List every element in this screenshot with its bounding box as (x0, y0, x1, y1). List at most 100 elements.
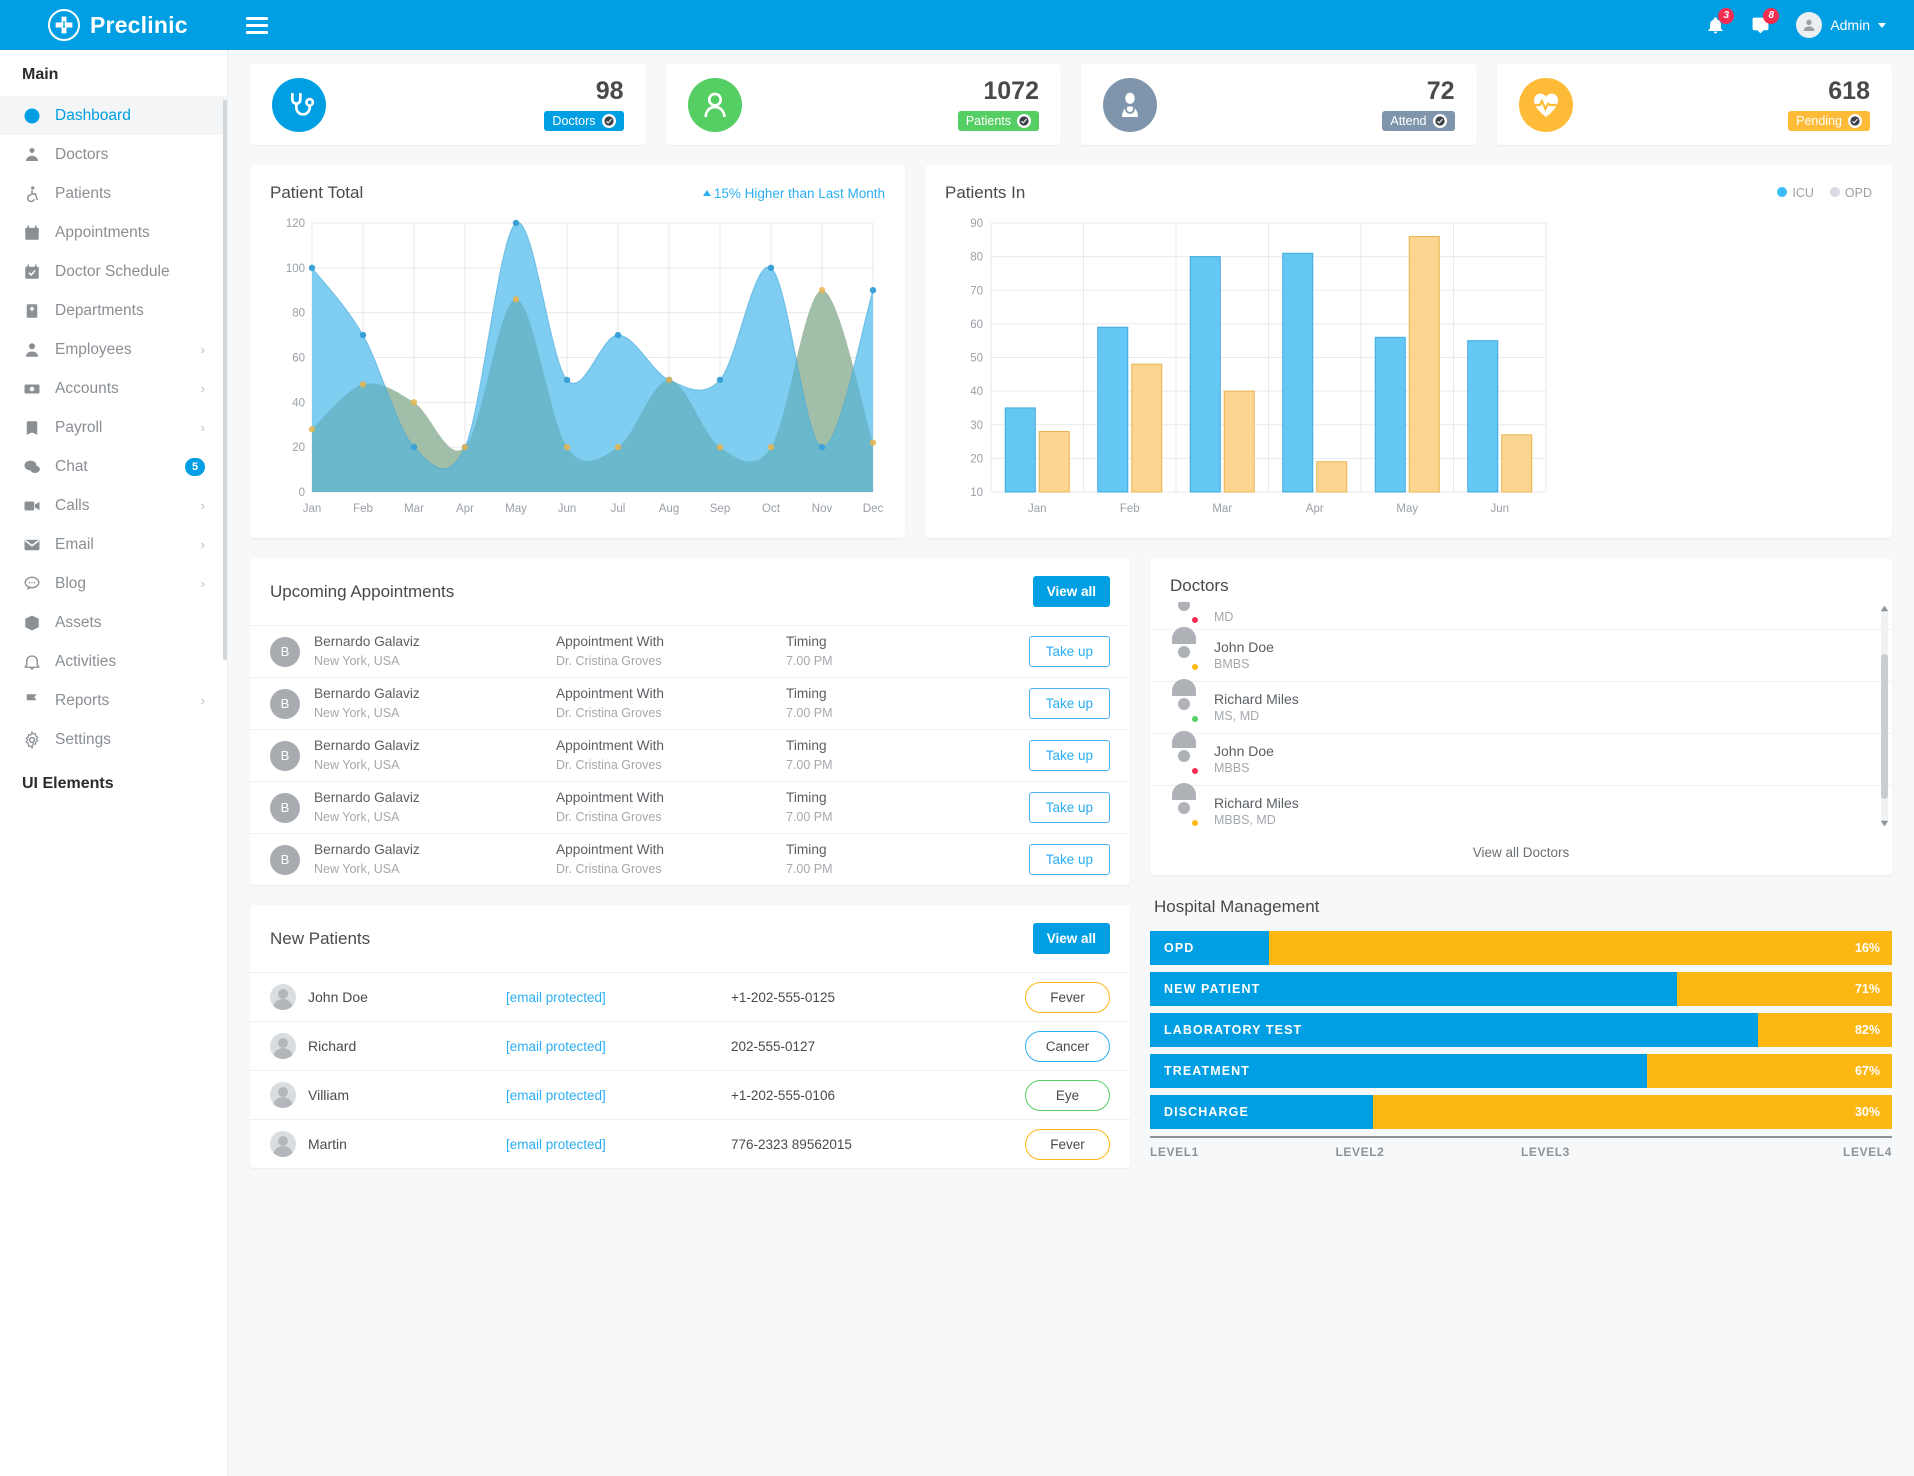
status-indicator (1191, 766, 1199, 775)
progress-label: DISCHARGE (1164, 1105, 1249, 1119)
list-item[interactable]: John Doe BMBS (1150, 626, 1892, 682)
sidebar-item-patients[interactable]: Patients (0, 174, 227, 213)
list-item[interactable]: MD (1150, 602, 1892, 630)
take-up-button[interactable]: Take up (1028, 688, 1110, 719)
sidebar-item-label: Departments (55, 301, 144, 319)
sidebar-item-blog[interactable]: Blog › (0, 564, 227, 603)
status-badge[interactable]: Cancer (1025, 1030, 1110, 1062)
appointment-with-cell: Appointment With Dr. Cristina Groves (556, 685, 786, 721)
view-all-doctors-link[interactable]: View all Doctors (1150, 830, 1892, 875)
check-icon (1432, 113, 1447, 128)
bell-icon (22, 653, 41, 671)
sidebar-scrollbar[interactable] (223, 100, 227, 660)
patient-email[interactable]: [email protected] (506, 1137, 731, 1152)
stat-tag-label: Pending (1796, 113, 1842, 128)
hospital-management-title: Hospital Management (1154, 897, 1320, 916)
appointments-view-all-button[interactable]: View all (1032, 576, 1110, 607)
take-up-button[interactable]: Take up (1028, 844, 1110, 875)
progress-label: NEW PATIENT (1164, 982, 1261, 996)
take-up-button[interactable]: Take up (1028, 792, 1110, 823)
sidebar-item-activities[interactable]: Activities (0, 642, 227, 681)
svg-text:100: 100 (286, 263, 305, 275)
scroll-up-icon[interactable] (1880, 604, 1889, 613)
chevron-right-icon: › (200, 693, 205, 708)
status-badge[interactable]: Fever (1025, 1128, 1110, 1160)
sidebar-item-label: Settings (55, 730, 112, 748)
progress-label: OPD (1164, 941, 1195, 955)
sidebar-item-label: Patients (55, 184, 112, 202)
list-item[interactable]: John Doe MBBS (1150, 730, 1892, 786)
progress-bar-treatment: TREATMENT 67% (1150, 1054, 1892, 1088)
doctor-name: John Doe (1214, 743, 1274, 759)
svg-text:40: 40 (970, 386, 983, 398)
new-patients-view-all-button[interactable]: View all (1032, 923, 1110, 954)
doctors-scroll-thumb[interactable] (1881, 654, 1888, 799)
sidebar-item-doctors[interactable]: Doctors (0, 135, 227, 174)
admin-menu[interactable]: Admin (1796, 12, 1886, 38)
sidebar: Main Dashboard Doctors Patients Appointment… (0, 50, 228, 1476)
legend-item-icu: ICU (1777, 186, 1814, 200)
appointment-doctor: Dr. Cristina Groves (556, 757, 662, 772)
upcoming-appointments-card: Upcoming Appointments View all B Bernardo… (250, 558, 1130, 885)
patient-name: John Doe (308, 989, 368, 1005)
svg-text:80: 80 (970, 252, 983, 264)
calendar-icon (22, 224, 41, 242)
messages-icon[interactable]: 8 (1751, 7, 1780, 35)
sidebar-item-dashboard[interactable]: Dashboard (0, 96, 227, 135)
sidebar-item-appointments[interactable]: Appointments (0, 213, 227, 252)
stat-tag: Attend (1382, 110, 1455, 131)
avatar (1168, 678, 1200, 724)
sidebar-item-assets[interactable]: Assets (0, 603, 227, 642)
sidebar-item-departments[interactable]: Departments (0, 291, 227, 330)
svg-text:Apr: Apr (456, 503, 474, 515)
brand[interactable]: Preclinic (0, 9, 228, 41)
patient-name: Bernardo Galaviz (314, 738, 420, 754)
sidebar-item-chat[interactable]: Chat 5 (0, 447, 227, 486)
timing-value: 7.00 PM (786, 653, 833, 668)
stat-card-doctors: 98 Doctors (250, 64, 646, 145)
take-up-button[interactable]: Take up (1028, 636, 1110, 667)
table-row: Richard [email protected] 202-555-0127 Canc… (250, 1021, 1130, 1070)
list-item[interactable]: Richard Miles MS, MD (1150, 678, 1892, 734)
sidebar-item-payroll[interactable]: Payroll › (0, 408, 227, 447)
svg-text:Jan: Jan (303, 503, 322, 515)
take-up-button[interactable]: Take up (1028, 740, 1110, 771)
patient-email[interactable]: [email protected] (506, 1088, 731, 1103)
avatar: B (270, 740, 300, 771)
menu-toggle-icon[interactable] (246, 16, 268, 34)
sidebar-item-settings[interactable]: Settings (0, 720, 227, 759)
sidebar-item-calls[interactable]: Calls › (0, 486, 227, 525)
list-item[interactable]: Richard Miles MBBS, MD (1150, 782, 1892, 830)
doctor-name: John Doe (1214, 639, 1274, 655)
sidebar-item-reports[interactable]: Reports › (0, 681, 227, 720)
doctor-info: Richard Miles MBBS, MD (1214, 795, 1299, 828)
sidebar-item-label: Payroll (55, 418, 103, 436)
doctor-info: MD (1214, 608, 1233, 625)
sidebar-item-label: Appointments (55, 223, 150, 241)
check-icon (1848, 113, 1862, 128)
trend-up-icon (702, 190, 711, 196)
sidebar-item-employees[interactable]: Employees › (0, 330, 227, 369)
table-row: B Bernardo Galaviz New York, USA Appointmen… (250, 833, 1130, 885)
svg-text:May: May (1396, 503, 1418, 515)
patient-email[interactable]: [email protected] (506, 990, 731, 1005)
sidebar-item-doctor-schedule[interactable]: Doctor Schedule (0, 252, 227, 291)
hospital-management-card: Hospital Management OPD 16% NEW PATIENT 71%… (1150, 897, 1892, 1159)
svg-text:Feb: Feb (1120, 503, 1140, 515)
status-badge[interactable]: Fever (1025, 981, 1110, 1013)
table-row: John Doe [email protected] +1-202-555-0125… (250, 972, 1130, 1021)
avatar (1168, 730, 1200, 776)
money-icon (22, 380, 41, 398)
timing-label: Timing (786, 634, 827, 650)
sidebar-item-email[interactable]: Email › (0, 525, 227, 564)
sidebar-item-accounts[interactable]: Accounts › (0, 369, 227, 408)
table-row: Villiam [email protected] +1-202-555-0106 E… (250, 1070, 1130, 1119)
scroll-down-icon[interactable] (1880, 819, 1889, 828)
stat-tag: Doctors (544, 110, 624, 131)
patient-email[interactable]: [email protected] (506, 1039, 731, 1054)
svg-text:80: 80 (292, 308, 305, 320)
notifications-icon[interactable]: 3 (1706, 7, 1735, 35)
sidebar-section-ui: UI Elements (22, 775, 114, 792)
timing-cell: Timing 7.00 PM (786, 737, 936, 773)
status-badge[interactable]: Eye (1025, 1079, 1110, 1111)
